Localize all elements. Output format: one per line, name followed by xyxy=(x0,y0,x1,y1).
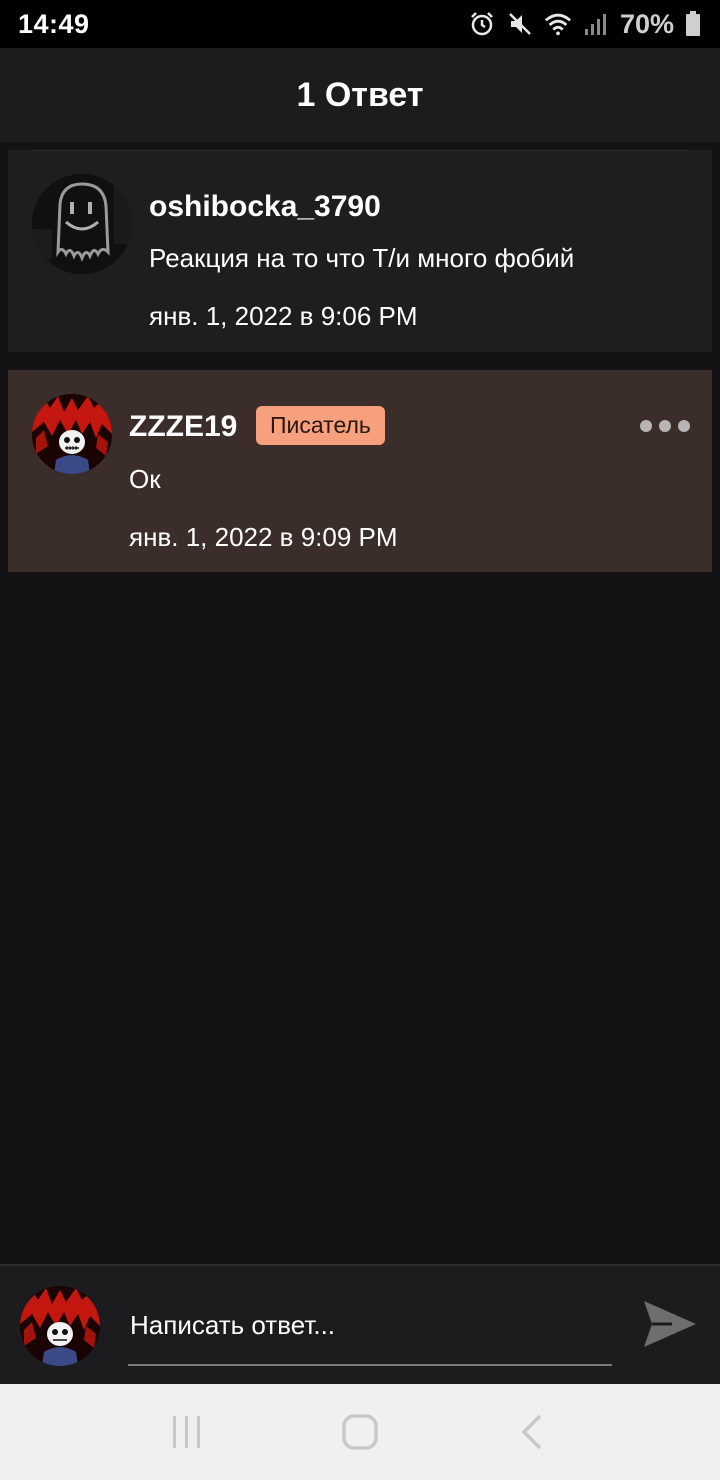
username[interactable]: oshibocka_3790 xyxy=(149,190,381,224)
header: 1 Ответ xyxy=(0,48,720,142)
more-icon-dot xyxy=(659,420,671,432)
more-icon-dot xyxy=(678,420,690,432)
home-icon xyxy=(342,1414,378,1450)
current-user-avatar xyxy=(20,1286,100,1366)
avatar[interactable] xyxy=(32,394,112,474)
reply-comment: ZZZE19 Писатель Ок янв. 1, 2022 в 9:09 P… xyxy=(8,370,712,572)
reply-input[interactable] xyxy=(128,1296,612,1366)
back-icon xyxy=(521,1414,542,1450)
wifi-icon xyxy=(544,10,572,38)
comment-text: Ок xyxy=(129,464,161,494)
status-time: 14:49 xyxy=(18,8,90,39)
send-icon xyxy=(644,1301,696,1347)
recent-apps-icon xyxy=(172,1416,200,1448)
status-bar: 14:49 70% xyxy=(0,0,720,48)
parent-comment: oshibocka_3790 Реакция на то что Т/и мно… xyxy=(8,150,712,352)
recent-apps-button[interactable] xyxy=(157,1402,217,1462)
signal-icon xyxy=(582,10,610,38)
battery-percent: 70% xyxy=(619,8,674,39)
back-button[interactable] xyxy=(503,1402,563,1462)
more-options-button[interactable] xyxy=(640,416,690,436)
system-nav-bar xyxy=(0,1384,720,1480)
mute-icon xyxy=(506,10,534,38)
status-icons: 70% xyxy=(468,9,702,40)
timestamp: янв. 1, 2022 в 9:06 PM xyxy=(149,301,418,331)
more-icon xyxy=(640,420,652,432)
alarm-icon xyxy=(468,10,496,38)
timestamp: янв. 1, 2022 в 9:09 PM xyxy=(129,522,398,552)
avatar[interactable] xyxy=(32,174,132,274)
username[interactable]: ZZZE19 xyxy=(129,410,237,444)
battery-icon xyxy=(684,10,702,38)
reply-bar xyxy=(0,1264,720,1384)
comment-text: Реакция на то что Т/и много фобий xyxy=(149,243,575,273)
send-button[interactable] xyxy=(642,1296,698,1352)
home-button[interactable] xyxy=(330,1402,390,1462)
page-title: 1 Ответ xyxy=(296,75,424,114)
divider xyxy=(32,150,688,151)
writer-badge: Писатель xyxy=(256,406,385,445)
